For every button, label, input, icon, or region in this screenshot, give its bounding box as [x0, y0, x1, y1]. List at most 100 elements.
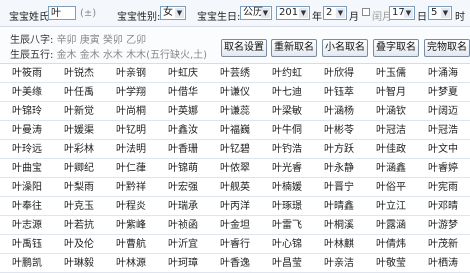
name-item[interactable]: 叶茂新 [416, 235, 470, 254]
name-item[interactable]: 叶文中 [416, 140, 470, 159]
name-item[interactable]: 叶涵杨 [312, 102, 372, 121]
name-item[interactable]: 叶楠媛 [260, 178, 320, 197]
name-item[interactable]: 叶谦蕊 [208, 102, 268, 121]
name-item[interactable]: 叶锦玲 [0, 102, 60, 121]
name-item[interactable]: 叶奉往 [0, 197, 60, 216]
name-item[interactable]: 叶涵鑫 [364, 159, 424, 178]
name-item[interactable]: 叶梦夏 [416, 83, 470, 102]
name-item[interactable]: 叶涵钦 [364, 102, 424, 121]
name-item[interactable]: 叶锦萌 [156, 159, 216, 178]
name-item[interactable]: 叶佳政 [364, 140, 424, 159]
name-item[interactable]: 叶琢璟 [260, 197, 320, 216]
name-item[interactable]: 叶谦仪 [208, 83, 268, 102]
name-item[interactable]: 叶虹庆 [156, 64, 216, 83]
naming-settings-button[interactable]: 取名设置 [221, 39, 267, 57]
name-item[interactable]: 叶梨雨 [52, 178, 112, 197]
name-item[interactable]: 叶晴鑫 [312, 197, 372, 216]
day-select[interactable]: 17 ▼ [389, 6, 415, 20]
name-item[interactable]: 叶英娜 [156, 102, 216, 121]
name-item[interactable]: 叶鹏凯 [0, 254, 60, 273]
name-item[interactable]: 叶丙洋 [208, 197, 268, 216]
name-item[interactable]: 叶紫峰 [104, 216, 164, 235]
name-item[interactable]: 叶方跃 [312, 140, 372, 159]
name-item[interactable]: 叶林麒 [312, 235, 372, 254]
calendar-select[interactable]: 公历 ▼ [240, 6, 272, 20]
name-item[interactable]: 叶玉儒 [364, 64, 424, 83]
nickname-button[interactable]: 小名取名 [322, 39, 368, 57]
name-item[interactable]: 叶金坦 [208, 216, 268, 235]
name-item[interactable]: 叶梁敏 [260, 102, 320, 121]
name-item[interactable]: 叶锐杰 [52, 64, 112, 83]
name-item[interactable]: 叶芸绣 [208, 64, 268, 83]
name-item[interactable]: 叶克玉 [52, 197, 112, 216]
name-item[interactable]: 叶光睿 [260, 159, 320, 178]
name-item[interactable]: 叶黔祥 [104, 178, 164, 197]
name-item[interactable]: 叶借华 [156, 83, 216, 102]
name-item[interactable]: 叶牛侗 [260, 121, 320, 140]
name-item[interactable]: 叶永静 [312, 159, 372, 178]
name-item[interactable]: 叶约虹 [260, 64, 320, 83]
name-item[interactable]: 叶曲宝 [0, 159, 60, 178]
month-select[interactable]: 2 ▼ [323, 6, 347, 20]
name-item[interactable]: 叶宏强 [156, 178, 216, 197]
name-item[interactable]: 叶钰萃 [312, 83, 372, 102]
name-item[interactable]: 叶琳毅 [52, 254, 112, 273]
rename-button[interactable]: 重新取名 [271, 39, 317, 57]
name-item[interactable]: 叶阔迈 [416, 102, 470, 121]
name-item[interactable]: 叶仁葎 [104, 159, 164, 178]
name-item[interactable]: 叶曼涛 [0, 121, 60, 140]
name-item[interactable]: 叶媛渠 [52, 121, 112, 140]
perfect-name-button[interactable]: 完物取名 [424, 39, 470, 57]
name-item[interactable]: 叶栖涛 [416, 254, 470, 273]
name-item[interactable]: 叶学翔 [104, 83, 164, 102]
name-item[interactable]: 叶立江 [364, 197, 424, 216]
name-item[interactable]: 叶智月 [364, 83, 424, 102]
name-item[interactable]: 叶冠浩 [416, 121, 470, 140]
name-item[interactable]: 叶鑫汝 [156, 121, 216, 140]
name-item[interactable]: 叶冠洁 [364, 121, 424, 140]
name-item[interactable]: 叶玲远 [0, 140, 60, 159]
leap-month-checkbox[interactable] [362, 8, 370, 16]
name-item[interactable]: 叶筱雨 [0, 64, 60, 83]
name-item[interactable]: 叶法明 [104, 140, 164, 159]
name-item[interactable]: 叶睿婷 [416, 159, 470, 178]
name-item[interactable]: 叶美缘 [0, 83, 60, 102]
name-item[interactable]: 叶晋宁 [312, 178, 372, 197]
gender-select[interactable]: 女 ▼ [160, 6, 186, 20]
name-item[interactable]: 叶尚桐 [104, 102, 164, 121]
name-item[interactable]: 叶若抗 [52, 216, 112, 235]
name-item[interactable]: 叶游梦 [416, 216, 470, 235]
name-item[interactable]: 叶香珊 [156, 140, 216, 159]
name-item[interactable]: 叶倩炜 [364, 235, 424, 254]
name-item[interactable]: 叶及伦 [52, 235, 112, 254]
year-select[interactable]: 2011 ▼ [276, 6, 310, 20]
name-item[interactable]: 叶亲钢 [104, 64, 164, 83]
name-item[interactable]: 叶任禹 [52, 83, 112, 102]
name-item[interactable]: 叶禹钰 [0, 235, 60, 254]
name-item[interactable]: 叶侬翠 [208, 159, 268, 178]
name-item[interactable]: 叶彩林 [52, 140, 112, 159]
name-item[interactable]: 叶欣得 [312, 64, 372, 83]
name-item[interactable]: 叶香逸 [208, 254, 268, 273]
surname-input[interactable]: 叶 [48, 6, 76, 20]
name-item[interactable]: 叶露涵 [364, 216, 424, 235]
name-item[interactable]: 叶福巍 [208, 121, 268, 140]
name-item[interactable]: 叶澡阳 [0, 178, 60, 197]
name-item[interactable]: 叶邓晴 [416, 197, 470, 216]
name-item[interactable]: 叶桐溪 [312, 216, 372, 235]
name-item[interactable]: 叶志源 [0, 216, 60, 235]
name-item[interactable]: 叶心锦 [260, 235, 320, 254]
name-item[interactable]: 叶钇明 [104, 121, 164, 140]
name-item[interactable]: 叶沂宜 [156, 235, 216, 254]
name-item[interactable]: 叶敬莹 [364, 254, 424, 273]
name-item[interactable]: 叶睿行 [208, 235, 268, 254]
name-item[interactable]: 叶七迪 [260, 83, 320, 102]
name-item[interactable]: 叶珂璋 [156, 254, 216, 273]
name-item[interactable]: 叶俗平 [364, 178, 424, 197]
double-char-name-button[interactable]: 叠字取名 [373, 39, 419, 57]
name-item[interactable]: 叶宪雨 [416, 178, 470, 197]
name-item[interactable]: 叶程炎 [104, 197, 164, 216]
hour-select[interactable]: 5 ▼ [428, 6, 452, 20]
name-item[interactable]: 叶昌莹 [260, 254, 320, 273]
name-item[interactable]: 叶舰英 [208, 178, 268, 197]
